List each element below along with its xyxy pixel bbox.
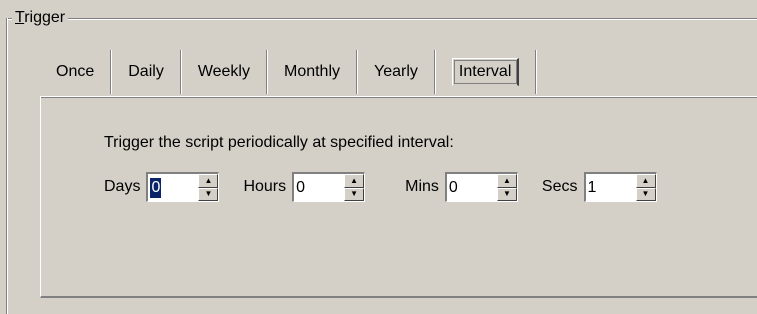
tab-interval-label: Interval [451, 58, 520, 86]
trigger-groupbox-title: Trigger [12, 7, 69, 29]
tab-weekly[interactable]: Weekly [182, 50, 266, 94]
secs-label: Secs [541, 178, 578, 195]
tab-yearly-label: Yearly [374, 63, 418, 80]
days-spinbox: 0 ▲ ▼ [146, 172, 220, 202]
days-input[interactable]: 0 [148, 174, 198, 201]
interval-description: Trigger the script periodically at speci… [104, 134, 454, 151]
days-spin-buttons: ▲ ▼ [198, 174, 219, 201]
interval-fields-row: Days 0 ▲ ▼ Hours 0 ▲ ▼ Mins 0 ▲ ▼ Secs 1… [104, 172, 657, 202]
groupbox-frame-left [6, 18, 8, 314]
secs-spinbox: 1 ▲ ▼ [583, 172, 657, 202]
days-label: Days [104, 178, 141, 195]
mins-spin-buttons: ▲ ▼ [496, 174, 517, 201]
title-mnemonic: T [15, 9, 25, 26]
mins-input[interactable]: 0 [447, 174, 497, 201]
secs-input[interactable]: 1 [586, 174, 636, 201]
spin-up-arrow-icon[interactable]: ▲ [635, 174, 656, 188]
spin-down-arrow-icon[interactable]: ▼ [635, 187, 656, 201]
tab-monthly[interactable]: Monthly [268, 50, 356, 94]
hours-spin-buttons: ▲ ▼ [344, 174, 365, 201]
tab-separator [535, 50, 538, 94]
spin-down-arrow-icon[interactable]: ▼ [344, 187, 365, 201]
spin-down-arrow-icon[interactable]: ▼ [198, 187, 219, 201]
spin-up-arrow-icon[interactable]: ▲ [198, 174, 219, 188]
spin-down-arrow-icon[interactable]: ▼ [496, 187, 517, 201]
hours-spinbox: 0 ▲ ▼ [292, 172, 366, 202]
tab-weekly-label: Weekly [197, 63, 250, 80]
hours-input[interactable]: 0 [294, 174, 344, 201]
trigger-settings-page: Trigger Once Daily Weekly Monthly Yearly… [0, 0, 757, 314]
tab-daily[interactable]: Daily [112, 50, 180, 94]
tab-once[interactable]: Once [40, 50, 110, 94]
hours-value: 0 [296, 178, 306, 196]
mins-label: Mins [405, 178, 439, 195]
mins-value: 0 [448, 178, 458, 196]
spin-up-arrow-icon[interactable]: ▲ [344, 174, 365, 188]
trigger-tab-strip: Once Daily Weekly Monthly Yearly Interva… [40, 50, 538, 94]
tab-once-label: Once [56, 63, 95, 80]
groupbox-frame-top [6, 18, 757, 20]
panel-inner-shadow [41, 97, 757, 99]
tab-monthly-label: Monthly [283, 63, 341, 80]
tab-interval[interactable]: Interval [436, 50, 535, 94]
secs-value: 1 [587, 178, 597, 196]
secs-spin-buttons: ▲ ▼ [635, 174, 656, 201]
spin-up-arrow-icon[interactable]: ▲ [496, 174, 517, 188]
mins-spinbox: 0 ▲ ▼ [444, 172, 518, 202]
title-rest: rigger [24, 9, 66, 26]
tab-daily-label: Daily [128, 63, 164, 80]
days-value: 0 [150, 177, 162, 198]
hours-label: Hours [243, 178, 287, 195]
tab-yearly[interactable]: Yearly [358, 50, 434, 94]
